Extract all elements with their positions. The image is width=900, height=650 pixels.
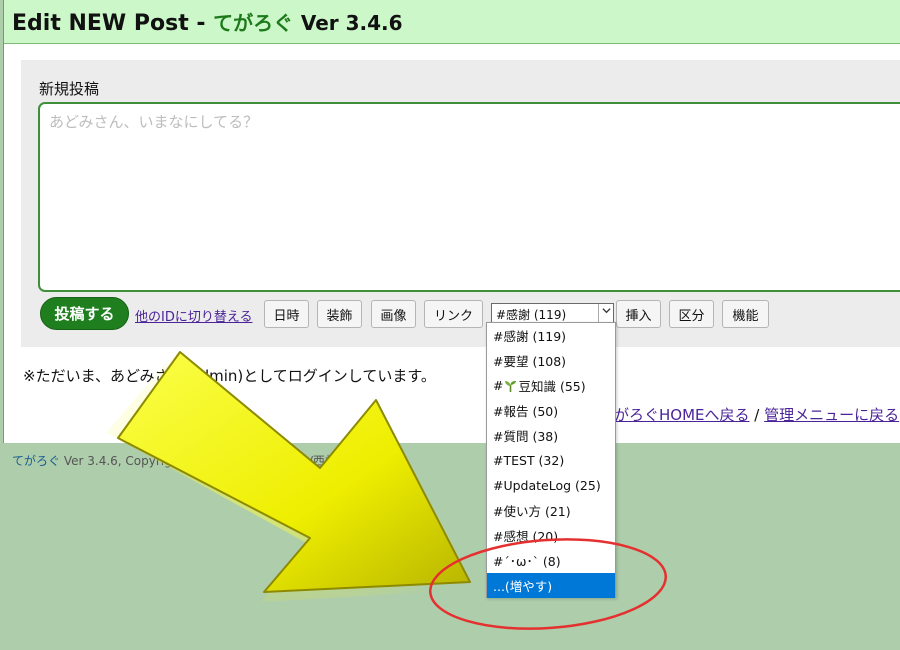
- chevron-down-icon: [598, 304, 613, 322]
- switch-id-link[interactable]: 他のIDに切り替える: [135, 306, 252, 325]
- division-button[interactable]: 区分: [669, 300, 714, 328]
- page-container: Edit NEW Post - てがろぐ Ver 3.4.6 新規投稿 あどみさ…: [3, 0, 900, 443]
- dropdown-option[interactable]: #TEST (32): [487, 448, 615, 473]
- admin-menu-link[interactable]: 管理メニューに戻る: [764, 406, 899, 424]
- option-text: 豆知識 (55): [518, 379, 586, 394]
- login-status: ※ただいま、あどみさん(admin)としてログインしています。: [23, 367, 436, 385]
- bottom-links: てがろぐHOMEへ戻る / 管理メニューに戻る: [599, 404, 899, 425]
- tag-dropdown-list: #感謝 (119) #要望 (108) # 豆知識 (55) #報告 (50) …: [486, 322, 616, 598]
- hash-prefix: #: [493, 378, 504, 393]
- brand-name: てがろぐ: [213, 11, 294, 35]
- dropdown-option[interactable]: #´･ω･` (8): [487, 548, 615, 573]
- title-text: Edit NEW Post -: [12, 11, 214, 36]
- insert-button[interactable]: 挿入: [616, 300, 661, 328]
- footer-text: Ver 3.4.6, Copyright © 2017-2021 にしし/西村文…: [60, 454, 365, 468]
- sprout-icon: [504, 380, 517, 392]
- datetime-button[interactable]: 日時: [264, 300, 309, 328]
- form-label: 新規投稿: [39, 80, 100, 98]
- link-separator: /: [749, 406, 765, 424]
- home-link[interactable]: てがろぐHOMEへ戻る: [599, 406, 750, 424]
- decorate-button[interactable]: 装飾: [317, 300, 362, 328]
- post-button[interactable]: 投稿する: [40, 297, 129, 330]
- dropdown-option[interactable]: #感謝 (119): [487, 323, 615, 348]
- page-title: Edit NEW Post - てがろぐ Ver 3.4.6: [12, 7, 403, 36]
- dropdown-option[interactable]: #要望 (108): [487, 348, 615, 373]
- version-label: Ver 3.4.6: [300, 11, 403, 35]
- post-textarea[interactable]: あどみさん、いまなにしてる？: [38, 102, 900, 292]
- tag-select-value: #感謝 (119): [496, 308, 567, 322]
- footer-copyright: てがろぐ Ver 3.4.6, Copyright © 2017-2021 にし…: [12, 452, 365, 469]
- tag-select[interactable]: #感謝 (119): [491, 303, 614, 323]
- post-form-panel: 新規投稿 あどみさん、いまなにしてる？ 投稿する 他のIDに切り替える 日時 装…: [21, 60, 900, 347]
- add-more-option[interactable]: ...(増やす): [487, 573, 615, 598]
- dropdown-option[interactable]: #使い方 (21): [487, 498, 615, 523]
- image-button[interactable]: 画像: [371, 300, 416, 328]
- link-button[interactable]: リンク: [424, 300, 483, 328]
- dropdown-option[interactable]: #質問 (38): [487, 423, 615, 448]
- page-header: Edit NEW Post - てがろぐ Ver 3.4.6: [4, 0, 900, 44]
- textarea-placeholder: あどみさん、いまなにしてる？: [49, 113, 259, 131]
- dropdown-option[interactable]: #UpdateLog (25): [487, 473, 615, 498]
- dropdown-option[interactable]: #感想 (20): [487, 523, 615, 548]
- function-button[interactable]: 機能: [722, 300, 769, 328]
- footer-brand: てがろぐ: [12, 454, 61, 468]
- dropdown-option[interactable]: # 豆知識 (55): [487, 373, 615, 398]
- dropdown-option[interactable]: #報告 (50): [487, 398, 615, 423]
